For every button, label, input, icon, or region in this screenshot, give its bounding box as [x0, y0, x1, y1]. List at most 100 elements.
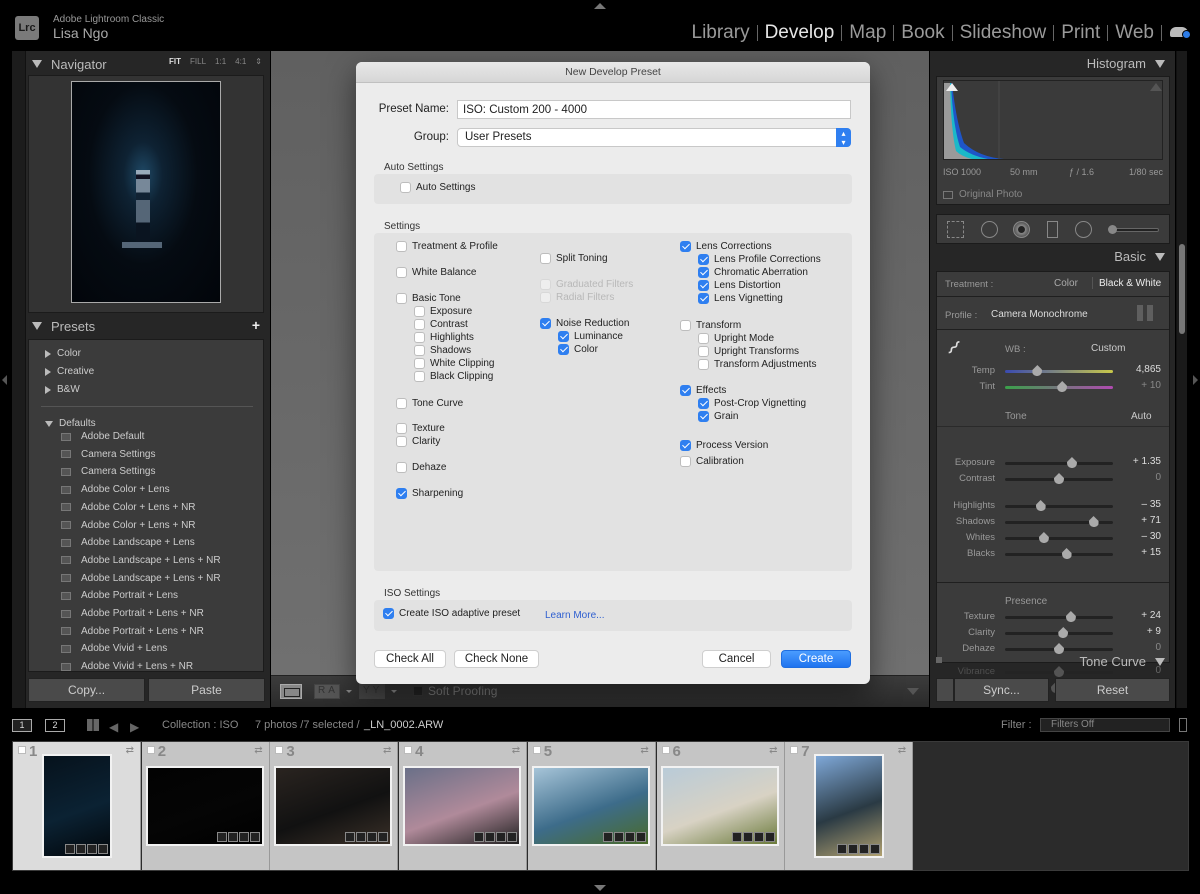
- slider-knob[interactable]: [1066, 457, 1077, 468]
- setting-exposure-checkbox[interactable]: Exposure: [414, 306, 472, 317]
- before-after-button[interactable]: RA: [314, 684, 340, 699]
- flag-checkbox[interactable]: [18, 746, 26, 754]
- navigator-image[interactable]: [71, 81, 221, 303]
- scrollbar-thumb[interactable]: [1179, 244, 1185, 334]
- spot-removal-tool-icon[interactable]: [981, 221, 998, 238]
- graduated-filter-icon[interactable]: [1047, 221, 1058, 238]
- slider-knob[interactable]: [1057, 381, 1068, 392]
- setting-lens-profile-corrections-checkbox[interactable]: Lens Profile Corrections: [698, 254, 821, 265]
- slider-value-exposure[interactable]: + 1.35: [1133, 456, 1161, 467]
- checkbox-box[interactable]: [414, 371, 425, 382]
- setting-lens-vignetting-checkbox[interactable]: Lens Vignetting: [698, 293, 783, 304]
- secondary-monitor-button[interactable]: 2: [45, 719, 65, 732]
- slider-blacks[interactable]: [1005, 548, 1113, 559]
- presets-header[interactable]: Presets: [32, 315, 95, 337]
- setting-chromatic-aberration-checkbox[interactable]: Chromatic Aberration: [698, 267, 808, 278]
- slider-exposure[interactable]: [1005, 457, 1113, 468]
- forward-arrow-icon[interactable]: ▶: [130, 720, 139, 734]
- photo-thumbnail[interactable]: [531, 766, 650, 846]
- module-web[interactable]: Web: [1108, 22, 1161, 44]
- zoom-fit[interactable]: FIT: [169, 57, 181, 66]
- split-dropdown-icon[interactable]: [391, 690, 397, 693]
- preset-item[interactable]: Camera Settings: [61, 463, 155, 480]
- slider-clarity[interactable]: [1005, 627, 1113, 638]
- setting-sharpening-checkbox[interactable]: Sharpening: [396, 488, 463, 499]
- slider-dehaze[interactable]: [1005, 643, 1113, 654]
- create-button[interactable]: Create: [781, 650, 851, 668]
- checkbox-box[interactable]: [698, 267, 709, 278]
- setting-split-toning-checkbox[interactable]: Split Toning: [540, 253, 608, 264]
- eyedropper-icon[interactable]: ⌇: [942, 336, 975, 369]
- filter-select[interactable]: Filters Off: [1040, 718, 1170, 732]
- checkbox-box[interactable]: [396, 398, 407, 409]
- learn-more-link[interactable]: Learn More...: [545, 610, 604, 621]
- filmstrip-cell[interactable]: 3 ⇄: [270, 742, 399, 870]
- setting-process-version-checkbox[interactable]: Process Version: [680, 440, 768, 451]
- checkbox-box[interactable]: [540, 253, 551, 264]
- slider-knob[interactable]: [1058, 627, 1069, 638]
- module-library[interactable]: Library: [685, 22, 757, 44]
- grid-view-icon[interactable]: [87, 719, 99, 731]
- setting-basic-tone-checkbox[interactable]: Basic Tone: [396, 293, 461, 304]
- flag-checkbox[interactable]: [275, 746, 284, 754]
- slider-knob[interactable]: [1038, 532, 1049, 543]
- slider-value-temp[interactable]: 4,865: [1136, 364, 1161, 375]
- checkbox-box[interactable]: [396, 423, 407, 434]
- filmstrip-cell[interactable]: 1 ⇄: [13, 742, 141, 870]
- checkbox-box[interactable]: [396, 436, 407, 447]
- setting-tone-curve-checkbox[interactable]: Tone Curve: [396, 398, 463, 409]
- back-arrow-icon[interactable]: ◀: [109, 720, 118, 734]
- collapse-top-icon[interactable]: [594, 3, 606, 9]
- photo-thumbnail[interactable]: [42, 754, 112, 858]
- module-print[interactable]: Print: [1054, 22, 1107, 44]
- preset-item[interactable]: Adobe Landscape + Lens + NR: [61, 552, 221, 569]
- histogram-header[interactable]: Histogram: [1087, 56, 1165, 71]
- slider-value-clarity[interactable]: + 9: [1147, 626, 1161, 637]
- photo-thumbnail[interactable]: [145, 766, 264, 846]
- checkbox-box[interactable]: [558, 331, 569, 342]
- checkbox-box[interactable]: [383, 608, 394, 619]
- checkbox-box[interactable]: [680, 385, 691, 396]
- slider-value-texture[interactable]: + 24: [1141, 610, 1161, 621]
- setting-dehaze-checkbox[interactable]: Dehaze: [396, 462, 446, 473]
- preset-item[interactable]: Adobe Landscape + Lens: [61, 534, 195, 551]
- setting-upright-transforms-checkbox[interactable]: Upright Transforms: [698, 346, 799, 357]
- collapse-bottom-icon[interactable]: [594, 885, 606, 891]
- module-slideshow[interactable]: Slideshow: [953, 22, 1054, 44]
- setting-lens-distortion-checkbox[interactable]: Lens Distortion: [698, 280, 781, 291]
- zoom-4-1[interactable]: 4:1: [235, 57, 246, 66]
- slider-value-tint[interactable]: + 10: [1141, 380, 1161, 391]
- auto-tone-button[interactable]: Auto: [1131, 411, 1152, 422]
- check-all-button[interactable]: Check All: [374, 650, 446, 668]
- setting-transform-checkbox[interactable]: Transform: [680, 320, 741, 331]
- checkbox-box[interactable]: [698, 346, 709, 357]
- checkbox-box[interactable]: [698, 398, 709, 409]
- toolbar-menu-icon[interactable]: [907, 688, 919, 695]
- checkbox-box[interactable]: [414, 345, 425, 356]
- preset-item[interactable]: Adobe Color + Lens + NR: [61, 499, 196, 516]
- filmstrip-cell[interactable]: 7 ⇄: [785, 742, 914, 870]
- setting-texture-checkbox[interactable]: Texture: [396, 423, 445, 434]
- slider-texture[interactable]: [1005, 611, 1113, 622]
- preset-item[interactable]: Adobe Color + Lens + NR: [61, 517, 196, 534]
- slider-whites[interactable]: [1005, 532, 1113, 543]
- sync-button[interactable]: Sync...: [954, 678, 1049, 702]
- brush-slider[interactable]: [1108, 225, 1159, 234]
- before-after-split-button[interactable]: YY: [359, 684, 385, 699]
- setting-upright-mode-checkbox[interactable]: Upright Mode: [698, 333, 774, 344]
- collapse-right-icon[interactable]: [1193, 375, 1198, 385]
- slider-value-whites[interactable]: – 30: [1142, 531, 1161, 542]
- primary-monitor-button[interactable]: 1: [12, 719, 32, 732]
- slider-knob[interactable]: [1035, 500, 1046, 511]
- checkbox-box[interactable]: [680, 440, 691, 451]
- checkbox-box[interactable]: [680, 320, 691, 331]
- checkbox-box[interactable]: [414, 358, 425, 369]
- iso-adaptive-checkbox[interactable]: Create ISO adaptive preset: [383, 608, 520, 619]
- navigator-header[interactable]: Navigator: [32, 53, 107, 75]
- setting-transform-adjustments-checkbox[interactable]: Transform Adjustments: [698, 359, 816, 370]
- collection-label[interactable]: Collection : ISO: [162, 719, 238, 731]
- module-map[interactable]: Map: [842, 22, 893, 44]
- basic-header[interactable]: Basic: [1114, 249, 1165, 264]
- checkbox-box[interactable]: [698, 280, 709, 291]
- setting-luminance-checkbox[interactable]: Luminance: [558, 331, 623, 342]
